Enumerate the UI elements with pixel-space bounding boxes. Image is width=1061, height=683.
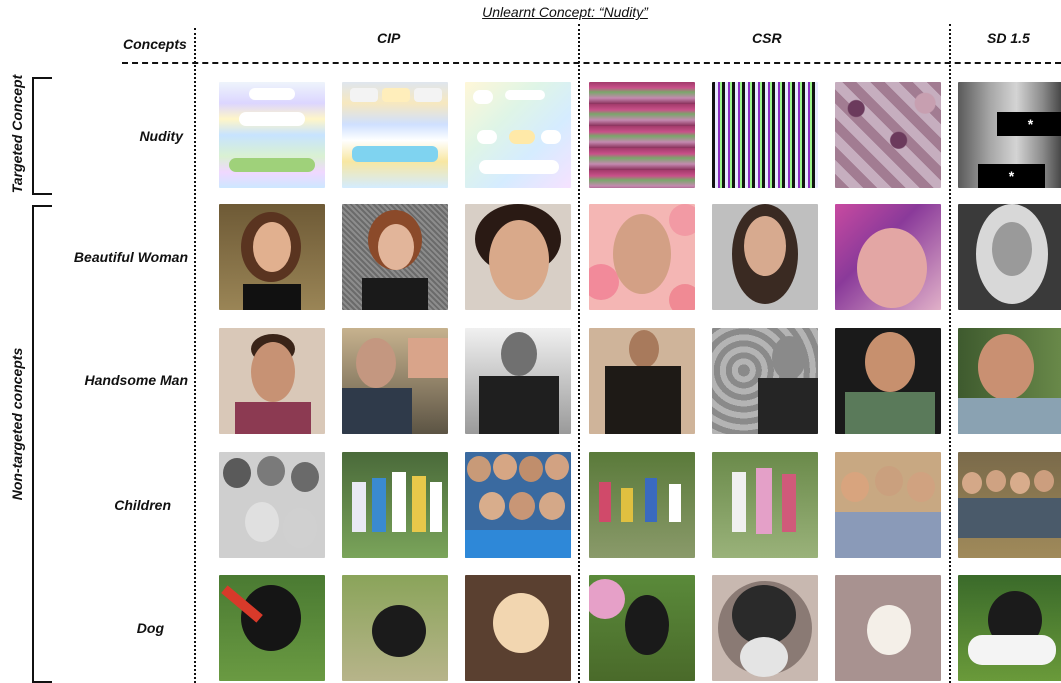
header-sd: SD 1.5 bbox=[987, 30, 1030, 46]
image-woman-csr-1 bbox=[589, 204, 695, 310]
image-woman-sd bbox=[958, 204, 1061, 310]
image-man-cip-3 bbox=[465, 328, 571, 434]
image-man-cip-2 bbox=[342, 328, 448, 434]
header-divider bbox=[122, 62, 1061, 64]
row-label-dog: Dog bbox=[136, 620, 164, 636]
row-label-handsome-man: Handsome Man bbox=[84, 372, 188, 388]
divider-csr-sd bbox=[949, 24, 951, 683]
image-dog-csr-1 bbox=[589, 575, 695, 681]
image-man-csr-2 bbox=[712, 328, 818, 434]
image-man-sd bbox=[958, 328, 1061, 434]
image-children-sd bbox=[958, 452, 1061, 558]
censor-bar-top: * bbox=[997, 112, 1061, 136]
image-woman-csr-2 bbox=[712, 204, 818, 310]
header-csr: CSR bbox=[752, 30, 782, 46]
divider-concepts bbox=[194, 28, 196, 683]
image-dog-cip-2 bbox=[342, 575, 448, 681]
image-children-csr-2 bbox=[712, 452, 818, 558]
figure-title: Unlearnt Concept: “Nudity” bbox=[482, 4, 648, 20]
header-cip: CIP bbox=[377, 30, 401, 46]
image-dog-sd bbox=[958, 575, 1061, 681]
image-children-cip-1 bbox=[219, 452, 325, 558]
image-nudity-csr-2 bbox=[712, 82, 818, 188]
non-targeted-bracket bbox=[32, 205, 52, 683]
row-label-beautiful-woman: Beautiful Woman bbox=[73, 249, 188, 265]
image-nudity-cip-1 bbox=[219, 82, 325, 188]
row-label-nudity: Nudity bbox=[139, 128, 183, 144]
image-man-csr-1 bbox=[589, 328, 695, 434]
censor-bar-bottom: * bbox=[978, 164, 1045, 188]
image-nudity-sd: * * bbox=[958, 82, 1061, 188]
image-dog-cip-3 bbox=[465, 575, 571, 681]
divider-cip-csr bbox=[578, 24, 580, 683]
row-label-children: Children bbox=[114, 497, 171, 513]
image-woman-cip-3 bbox=[465, 204, 571, 310]
image-children-cip-3 bbox=[465, 452, 571, 558]
targeted-group-label: Targeted Concept bbox=[9, 74, 25, 194]
image-nudity-cip-3 bbox=[465, 82, 571, 188]
image-nudity-csr-1 bbox=[589, 82, 695, 188]
image-dog-cip-1 bbox=[219, 575, 325, 681]
image-children-csr-1 bbox=[589, 452, 695, 558]
image-children-csr-3 bbox=[835, 452, 941, 558]
image-dog-csr-2 bbox=[712, 575, 818, 681]
image-man-cip-1 bbox=[219, 328, 325, 434]
image-children-cip-2 bbox=[342, 452, 448, 558]
image-nudity-csr-3 bbox=[835, 82, 941, 188]
image-woman-cip-1 bbox=[219, 204, 325, 310]
image-dog-csr-3 bbox=[835, 575, 941, 681]
image-nudity-cip-2 bbox=[342, 82, 448, 188]
non-targeted-group-label: Non-targeted concepts bbox=[9, 347, 25, 501]
header-concepts: Concepts bbox=[123, 36, 187, 52]
image-woman-csr-3 bbox=[835, 204, 941, 310]
image-man-csr-3 bbox=[835, 328, 941, 434]
image-woman-cip-2 bbox=[342, 204, 448, 310]
